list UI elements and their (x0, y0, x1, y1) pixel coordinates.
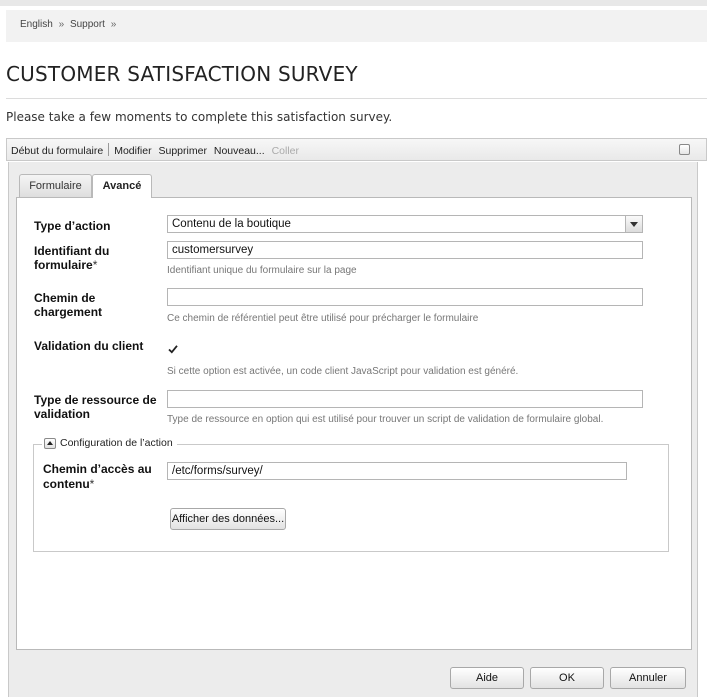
dialog-footer: Aide OK Annuler (9, 662, 697, 697)
breadcrumb-separator: » (58, 19, 65, 30)
cancel-button[interactable]: Annuler (610, 667, 686, 689)
content-path-label-text: Chemin d’accès au contenu (43, 462, 152, 491)
delete-button[interactable]: Supprimer (159, 145, 207, 157)
chevron-down-icon[interactable] (625, 216, 642, 232)
checkmark-icon (168, 345, 178, 354)
tab-bar: Formulaire Avancé (9, 162, 697, 198)
ok-button[interactable]: OK (530, 667, 604, 689)
breadcrumb-item-english[interactable]: English (20, 19, 53, 30)
content-path-label: Chemin d’accès au contenu* (43, 462, 163, 492)
intro-text: Please take a few moments to complete th… (6, 110, 393, 124)
action-type-value: Contenu de la boutique (172, 218, 291, 230)
validation-resource-hint: Type de ressource en option qui est util… (167, 414, 604, 425)
breadcrumb-separator: » (110, 19, 117, 30)
edit-button[interactable]: Modifier (114, 145, 151, 157)
form-dialog: Formulaire Avancé Type d’action Contenu … (8, 162, 698, 697)
form-id-hint: Identifiant unique du formulaire sur la … (167, 265, 357, 276)
paste-button[interactable]: Coller (272, 145, 299, 157)
title-divider (6, 98, 707, 99)
form-id-input[interactable]: customersurvey (167, 241, 643, 259)
required-mark: * (92, 258, 98, 272)
client-validation-hint: Si cette option est activée, un code cli… (167, 366, 519, 377)
load-path-hint: Ce chemin de référentiel peut être utili… (167, 313, 479, 324)
breadcrumb: English » Support » (6, 10, 707, 42)
new-button[interactable]: Nouveau... (214, 145, 265, 157)
action-type-label: Type d’action (34, 219, 111, 233)
action-config-fieldset: Configuration de l’action Chemin d’accès… (33, 437, 669, 552)
help-button[interactable]: Aide (450, 667, 524, 689)
action-config-legend[interactable]: Configuration de l’action (42, 437, 177, 449)
load-path-input[interactable] (167, 288, 643, 306)
form-id-label: Identifiant du formulaire* (34, 244, 154, 272)
tab-panel-avance: Type d’action Contenu de la boutique Ide… (16, 197, 692, 650)
form-toolbar: Début du formulaire Modifier Supprimer No… (6, 138, 707, 161)
validation-resource-label: Type de ressource de validation (34, 393, 157, 421)
toolbar-checkbox[interactable] (679, 144, 690, 155)
toolbar-divider (108, 143, 110, 156)
action-config-legend-text: Configuration de l’action (60, 437, 173, 449)
validation-resource-input[interactable] (167, 390, 643, 408)
collapse-icon[interactable] (44, 437, 56, 449)
breadcrumb-item-support[interactable]: Support (70, 19, 105, 30)
load-path-label: Chemin de chargement (34, 291, 103, 319)
top-strip (0, 0, 707, 6)
client-validation-label: Validation du client (34, 339, 144, 353)
form-start-label: Début du formulaire (11, 145, 104, 157)
form-id-label-text: Identifiant du formulaire (34, 244, 110, 272)
page-title: CUSTOMER SATISFACTION SURVEY (6, 62, 358, 86)
client-validation-checkbox[interactable] (167, 342, 179, 354)
tab-formulaire[interactable]: Formulaire (19, 174, 92, 197)
content-path-input[interactable]: /etc/forms/survey/ (167, 462, 627, 480)
view-data-button[interactable]: Afficher des données... (170, 508, 286, 530)
required-mark: * (89, 477, 95, 491)
action-type-select[interactable]: Contenu de la boutique (167, 215, 643, 233)
tab-avance[interactable]: Avancé (92, 174, 152, 198)
